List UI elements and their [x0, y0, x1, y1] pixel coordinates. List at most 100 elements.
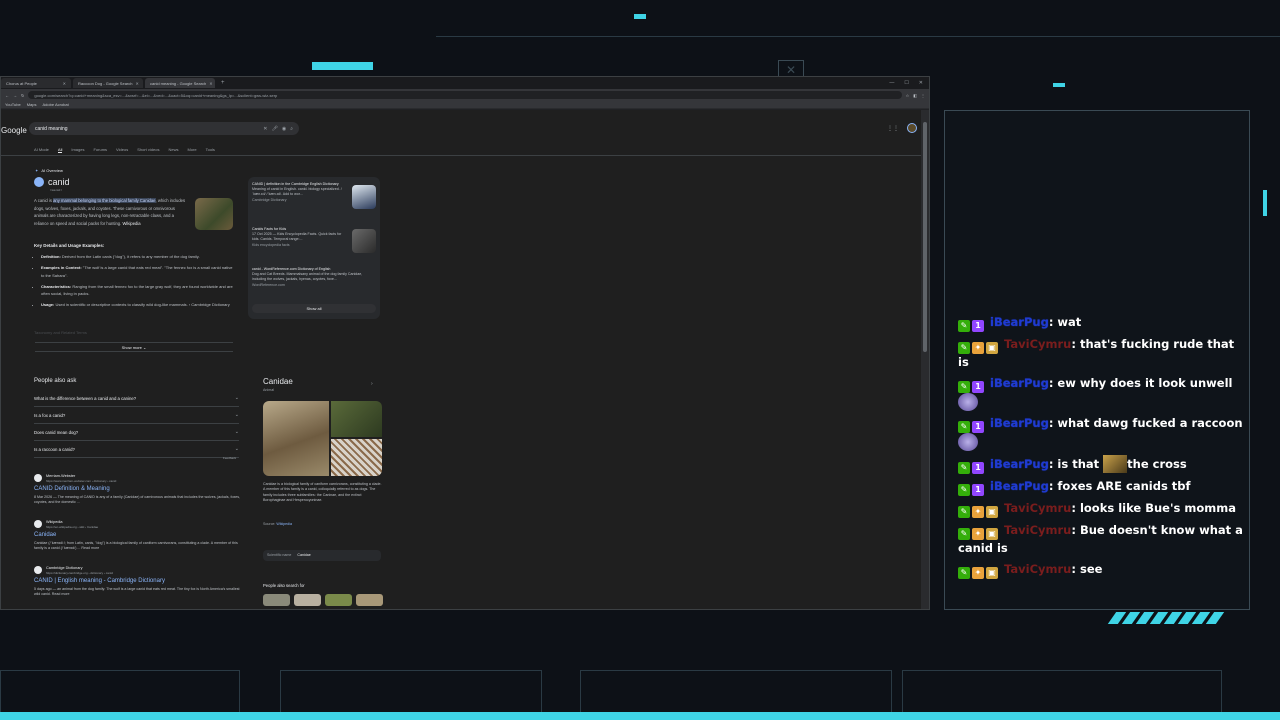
search-icon[interactable]: ⌕ [290, 126, 293, 132]
extensions-icon[interactable]: ◧ [913, 93, 917, 98]
sparkle-icon: ✦ [35, 168, 39, 173]
result-url[interactable]: https://dictionary.cambridge.org › dicti… [46, 571, 113, 575]
citation-chip[interactable]: Wikipedia [122, 221, 140, 226]
scroll-thumb[interactable] [923, 122, 927, 352]
maximize-icon[interactable]: ☐ [904, 80, 908, 86]
filter-tools[interactable]: Tools [206, 147, 215, 153]
result-title-link[interactable]: CANID | English meaning - Cambridge Dict… [34, 578, 165, 584]
vip-badge-icon: ✦ [972, 528, 984, 540]
page-scrollbar[interactable] [921, 110, 929, 609]
vip-badge-icon: ✦ [972, 342, 984, 354]
source-item[interactable]: canid - WordReference.com Dictionary of … [252, 267, 376, 288]
address-bar[interactable]: google.com/search?q=canid+meaning&sca_es… [28, 91, 902, 99]
chat-messages: ✎ 1 iBearPug: wat ✎ ✦ ▣ TaviCymru: that's f… [958, 314, 1244, 583]
new-tab-button[interactable]: + [217, 80, 229, 86]
overlay-accent-side [1263, 190, 1267, 216]
back-icon[interactable]: ← [5, 93, 9, 98]
apps-grid-icon[interactable]: ⋮⋮ [887, 125, 899, 132]
paa-question[interactable]: Is a raccoon a canid? ⌄ [34, 441, 239, 458]
chat-username[interactable]: iBearPug [990, 479, 1049, 493]
chat-username[interactable]: TaviCymru [1004, 501, 1071, 515]
chat-username[interactable]: iBearPug [990, 457, 1049, 471]
kp-sci-value: Canidae [297, 553, 311, 557]
bookmark-maps[interactable]: Maps [27, 102, 37, 107]
filter-more[interactable]: More [187, 147, 196, 153]
bullet-item: Definition: Derived from the Latin canis… [41, 253, 233, 260]
filter-short-videos[interactable]: Short videos [137, 147, 159, 153]
canid-thumbnail[interactable] [195, 198, 233, 230]
overlay-stripes [1107, 612, 1225, 624]
entity-header: canid [34, 177, 70, 187]
close-icon[interactable]: ✕ [209, 81, 212, 86]
tab-chorus[interactable]: Chorus at People ✕ [1, 78, 71, 88]
url-text: google.com/search?q=canid+meaning&sca_es… [34, 92, 278, 98]
speaker-icon[interactable] [34, 177, 44, 187]
show-more-button[interactable]: Show more ⌄ [35, 342, 233, 352]
avatar[interactable] [907, 123, 917, 133]
chat-username[interactable]: iBearPug [990, 416, 1049, 430]
canid-image[interactable] [331, 401, 382, 437]
tab-raccoon-dog[interactable]: Raccoon Dog - Google Search ✕ [73, 78, 143, 88]
chat-username[interactable]: iBearPug [990, 376, 1049, 390]
paa-question[interactable]: Does canid mean dog? ⌄ [34, 424, 239, 441]
result-title-link[interactable]: Canidae [34, 532, 56, 538]
chat-username[interactable]: TaviCymru [1004, 523, 1071, 537]
tab-canid-meaning[interactable]: canid meaning - Google Search ✕ [145, 78, 215, 88]
kp-subtitle: Animal [263, 388, 274, 392]
minimize-icon[interactable]: — [889, 80, 894, 86]
browser-toolbar: ← → ↻ google.com/search?q=canid+meaning&… [1, 89, 929, 101]
filter-news[interactable]: News [168, 147, 178, 153]
result-site: Merriam-Webster [46, 474, 76, 478]
result-url[interactable]: https://en.wikipedia.org › wiki › Canida… [46, 525, 98, 529]
chat-username[interactable]: TaviCymru [1004, 562, 1071, 576]
reload-icon[interactable]: ↻ [21, 93, 24, 98]
canid-chart-image[interactable] [331, 439, 382, 476]
result-title-link[interactable]: CANID Definition & Meaning [34, 486, 110, 492]
filter-images[interactable]: Images [71, 147, 84, 153]
mic-icon[interactable]: 🎤︎ [271, 126, 277, 132]
overlay-line [436, 36, 1280, 37]
pasf-thumb[interactable] [356, 594, 383, 606]
chevron-down-icon: ⌄ [234, 395, 239, 401]
google-logo[interactable]: Google [1, 126, 27, 135]
menu-icon[interactable]: ⋮ [921, 93, 925, 98]
paa-question[interactable]: What is the difference between a canid a… [34, 390, 239, 407]
source-site: WordReference.com [252, 282, 285, 287]
filter-ai-mode[interactable]: AI Mode [34, 147, 49, 153]
overlay-bottom-frame-4 [902, 670, 1222, 712]
filter-videos[interactable]: Videos [116, 147, 128, 153]
question-text: Is a fox a canid? [34, 412, 66, 418]
bookmark-youtube[interactable]: YouTube [5, 102, 21, 107]
chat-username[interactable]: iBearPug [990, 315, 1049, 329]
result-snippet: 8 Mar 2026 — The meaning of CANID is any… [34, 495, 241, 504]
show-all-button[interactable]: Show all [252, 304, 376, 313]
gift-badge-icon: ▣ [986, 506, 998, 518]
pasf-thumb[interactable] [325, 594, 352, 606]
bookmark-star-icon[interactable]: ☆ [906, 93, 910, 98]
clear-icon[interactable]: ✕ [263, 126, 267, 132]
overlay-accent-right [1053, 83, 1065, 87]
chat-username[interactable]: TaviCymru [1004, 337, 1071, 351]
bookmark-acrobat[interactable]: Adobe Acrobat [43, 102, 69, 107]
feedback-link[interactable]: Feedback [223, 456, 236, 460]
pasf-thumb[interactable] [263, 594, 290, 606]
result-url[interactable]: https://www.merriam-webster.com › dictio… [46, 479, 116, 483]
forward-icon[interactable]: → [13, 93, 17, 98]
entity-pronunciation: / kænɪd / [50, 188, 62, 192]
close-icon[interactable]: ✕ [63, 81, 66, 86]
kp-image-grid[interactable] [263, 401, 382, 476]
kp-source-link[interactable]: Wikipedia [276, 522, 292, 526]
close-window-icon[interactable]: ✕ [919, 80, 923, 86]
search-box[interactable]: canid meaning ✕ 🎤︎ ◉ ⌕ [29, 122, 299, 135]
filter-forums[interactable]: Forums [93, 147, 107, 153]
filter-all[interactable]: All [57, 147, 63, 153]
pasf-thumb[interactable] [294, 594, 321, 606]
paa-question[interactable]: Is a fox a canid? ⌄ [34, 407, 239, 424]
chevron-right-icon[interactable]: › [371, 381, 373, 387]
lens-icon[interactable]: ◉ [282, 126, 286, 132]
window-controls: — ☐ ✕ [889, 80, 929, 86]
close-icon[interactable]: ✕ [135, 81, 138, 86]
mod-badge-icon: ✎ [958, 381, 970, 393]
wolf-image[interactable] [263, 401, 329, 476]
search-input[interactable]: canid meaning [35, 126, 259, 132]
